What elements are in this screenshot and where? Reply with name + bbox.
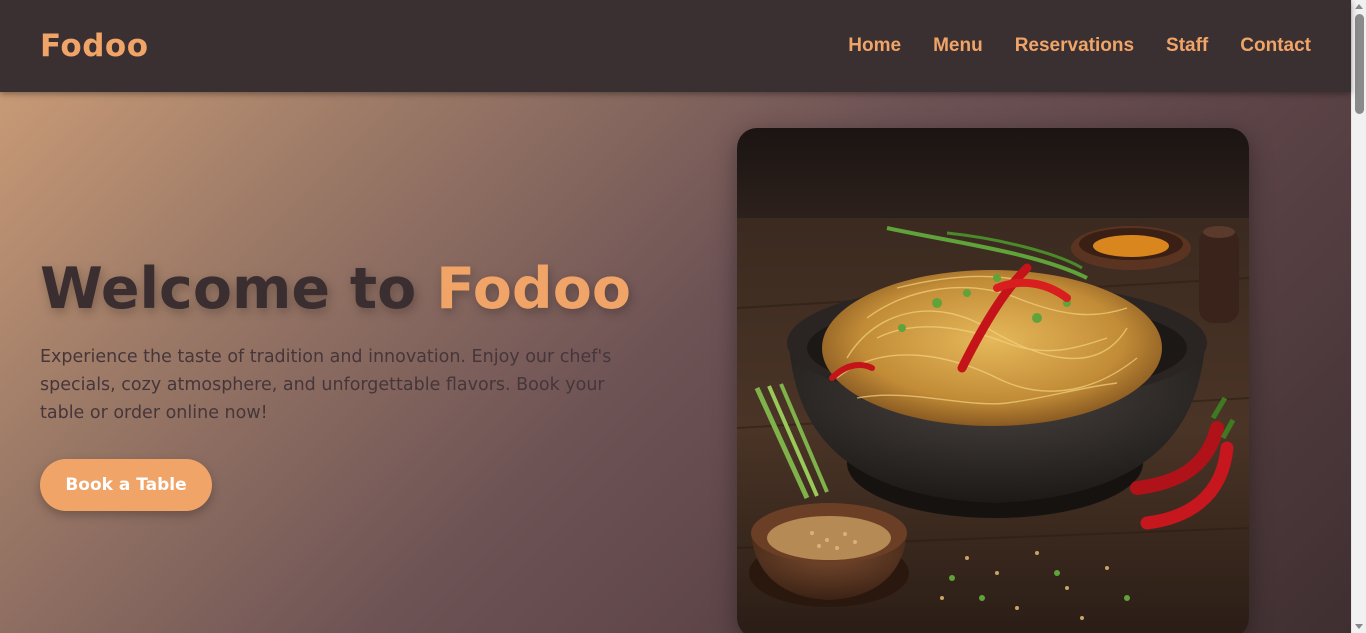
scroll-up-arrow-icon[interactable] (1355, 4, 1363, 9)
hero-text-block: Welcome to Fodoo Experience the taste of… (40, 258, 640, 511)
nav-link-reservations[interactable]: Reservations (1015, 35, 1134, 57)
nav-link-contact[interactable]: Contact (1240, 35, 1311, 57)
book-table-button[interactable]: Book a Table (40, 458, 212, 511)
site-logo[interactable]: Fodoo (40, 28, 149, 64)
nav-link-home[interactable]: Home (848, 35, 901, 57)
hero-title: Welcome to Fodoo (40, 258, 640, 321)
scroll-down-arrow-icon[interactable] (1355, 624, 1363, 629)
top-navbar: Fodoo Home Menu Reservations Staff Conta… (0, 0, 1351, 92)
hero-section: Welcome to Fodoo Experience the taste of… (0, 92, 1351, 633)
hero-title-accent: Fodoo (436, 256, 632, 322)
hero-title-prefix: Welcome to (40, 256, 437, 322)
scroll-thumb[interactable] (1355, 14, 1364, 114)
hero-food-image (737, 128, 1249, 633)
page-scrollbar[interactable] (1351, 0, 1366, 633)
hero-description: Experience the taste of tradition and in… (40, 346, 612, 423)
nav-link-menu[interactable]: Menu (933, 35, 983, 57)
main-nav: Home Menu Reservations Staff Contact (848, 35, 1311, 57)
nav-link-staff[interactable]: Staff (1166, 35, 1208, 57)
noodle-bowl-illustration (737, 128, 1249, 633)
